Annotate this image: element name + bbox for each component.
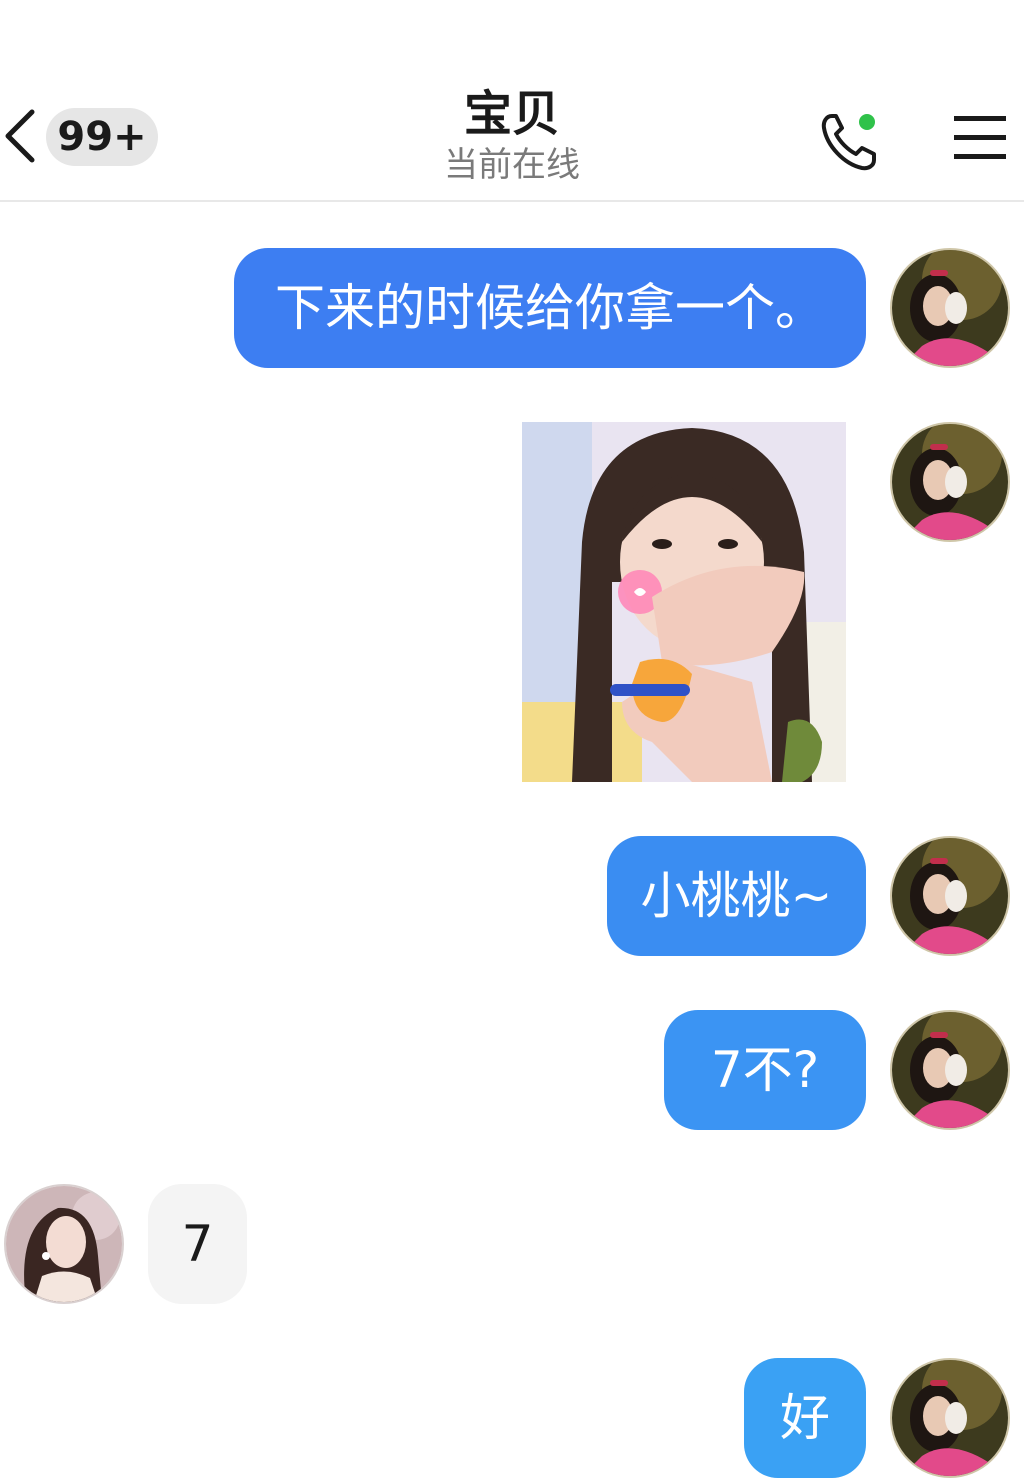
- my-avatar[interactable]: [890, 836, 1010, 956]
- outgoing-message-bubble[interactable]: 7不?: [664, 1010, 866, 1130]
- online-dot: [859, 114, 875, 130]
- back-button[interactable]: [0, 100, 44, 172]
- chat-header: 99+ 宝贝 当前在线: [0, 0, 1024, 202]
- incoming-message-bubble[interactable]: 7: [148, 1184, 247, 1304]
- my-avatar[interactable]: [890, 248, 1010, 368]
- sticker-photo[interactable]: [522, 422, 846, 782]
- contact-avatar[interactable]: [4, 1184, 124, 1304]
- hamburger-menu-icon: [954, 116, 1006, 159]
- my-avatar[interactable]: [890, 1358, 1010, 1478]
- outgoing-message-bubble[interactable]: 好: [744, 1358, 866, 1478]
- chat-screen: 99+ 宝贝 当前在线 下来的时候给你拿一个。 小桃桃~ 7不? 7 好: [0, 0, 1024, 1482]
- outgoing-message-bubble[interactable]: 下来的时候给你拿一个。: [234, 248, 866, 368]
- chevron-left-icon: [5, 109, 35, 163]
- online-status: 当前在线: [444, 145, 580, 185]
- call-button[interactable]: [818, 108, 884, 174]
- phone-icon: [821, 114, 876, 171]
- my-avatar[interactable]: [890, 422, 1010, 542]
- more-menu-button[interactable]: [950, 112, 1010, 164]
- outgoing-message-bubble[interactable]: 小桃桃~: [607, 836, 866, 956]
- unread-count-badge[interactable]: 99+: [46, 108, 158, 166]
- contact-name: 宝贝: [463, 86, 560, 142]
- my-avatar[interactable]: [890, 1010, 1010, 1130]
